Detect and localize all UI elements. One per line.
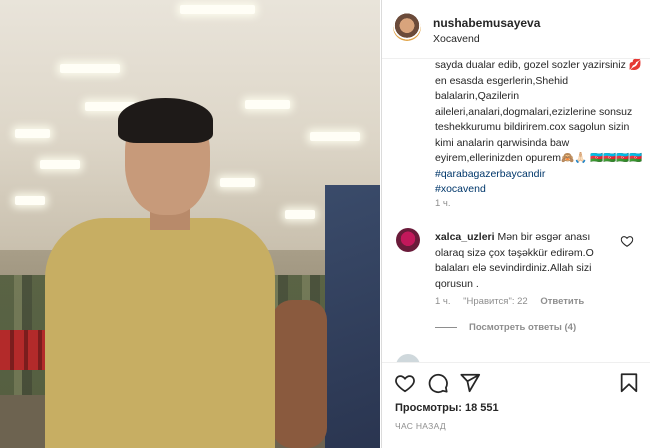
comment-icon[interactable]	[427, 372, 449, 394]
soldier-hair	[118, 98, 213, 143]
replies-divider	[435, 327, 457, 328]
comments-section: sayda dualar edib, gozel sozler yazirsin…	[382, 58, 650, 362]
ceiling-light	[310, 132, 360, 141]
post-caption: sayda dualar edib, gozel sozler yazirsin…	[435, 58, 643, 198]
author-username[interactable]: nushabemusayeva	[433, 16, 540, 30]
share-icon[interactable]	[459, 372, 481, 394]
view-replies-button[interactable]: Посмотреть ответы (4)	[435, 322, 576, 333]
comment-time[interactable]: 1 ч.	[435, 296, 451, 307]
person-right	[325, 185, 380, 448]
caption-text: sayda dualar edib, gozel sozler yazirsin…	[435, 59, 646, 164]
view-replies-label: Посмотреть ответы (4)	[469, 322, 577, 333]
ceiling-light	[40, 160, 80, 169]
ceiling-light	[15, 129, 50, 138]
post-video[interactable]	[0, 0, 380, 448]
ceiling-light	[60, 64, 120, 73]
comment-likes[interactable]: "Нравится": 22	[463, 296, 528, 307]
author-avatar[interactable]	[393, 13, 421, 41]
heart-icon[interactable]	[394, 372, 416, 394]
caption-time[interactable]: 1 ч.	[435, 198, 451, 209]
ceiling-light	[220, 178, 255, 187]
ceiling-light	[285, 210, 315, 219]
post-timestamp[interactable]: ЧАС НАЗАД	[395, 421, 446, 431]
comment-like-icon[interactable]	[620, 234, 634, 248]
ceiling-light	[15, 196, 45, 205]
comment-body: xalca_uzleri Mən bir əsgər anası olaraq …	[435, 230, 615, 292]
hashtag-link[interactable]: #qarabagazerbaycandir	[435, 168, 545, 180]
commenter-username[interactable]: xalca_uzleri	[435, 231, 495, 243]
soldier-shirt	[45, 218, 275, 448]
next-commenter-avatar[interactable]	[396, 354, 420, 362]
ceiling-light	[180, 5, 255, 14]
bookmark-icon[interactable]	[618, 372, 640, 394]
person-arm	[272, 300, 327, 448]
post-location[interactable]: Xocavend	[433, 33, 480, 45]
hashtag-link[interactable]: #xocavend	[435, 183, 486, 195]
view-count[interactable]: Просмотры: 18 551	[395, 402, 499, 414]
post-header: nushabemusayeva Xocavend	[382, 0, 650, 59]
post-sidebar: nushabemusayeva Xocavend sayda dualar ed…	[381, 0, 650, 448]
reply-button[interactable]: Ответить	[540, 296, 584, 307]
ceiling-light	[245, 100, 290, 109]
comment-meta: 1 ч. "Нравится": 22 Ответить	[435, 296, 594, 307]
commenter-avatar[interactable]	[396, 228, 420, 252]
action-bar	[382, 362, 650, 403]
